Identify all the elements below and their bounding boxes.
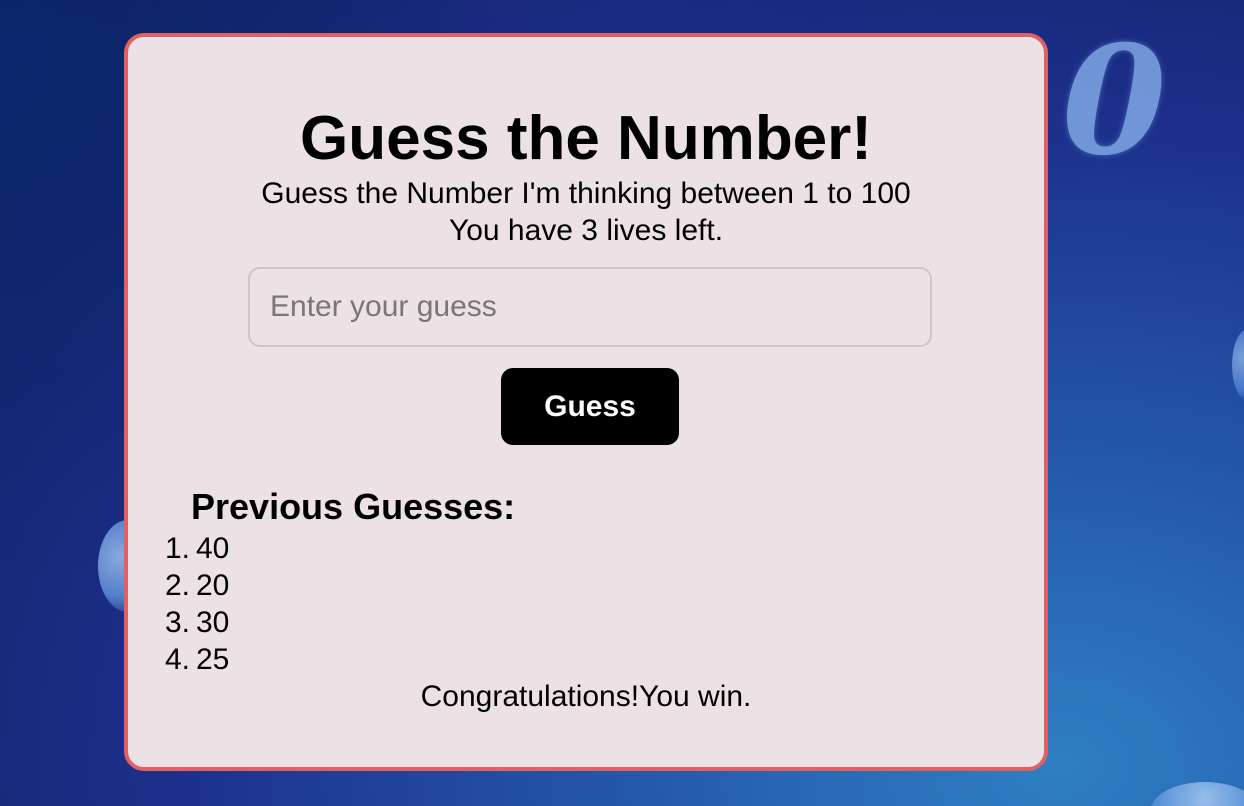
list-item-number: 1. (164, 532, 190, 565)
previous-guesses-heading: Previous Guesses: (191, 486, 516, 527)
list-item-value: 25 (196, 643, 230, 676)
lives-remaining-text: You have 3 lives left. (448, 214, 724, 247)
list-item-number: 3. (164, 606, 190, 639)
list-item-value: 40 (196, 532, 230, 565)
list-item-number: 2. (164, 569, 190, 602)
guess-button[interactable]: Guess (501, 368, 679, 445)
list-item: 3. 30 (165, 604, 230, 641)
game-card: Guess the Number! Guess the Number I'm t… (124, 33, 1048, 771)
previous-guesses-list: 1. 40 2. 20 3. 30 4. 25 (165, 530, 230, 678)
list-item-value: 30 (196, 606, 230, 639)
list-item: 1. 40 (165, 530, 230, 567)
instructions-text: Guess the Number I'm thinking between 1 … (261, 177, 911, 210)
result-message: Congratulations!You win. (420, 680, 752, 713)
list-item-number: 4. (164, 643, 190, 676)
page-title: Guess the Number! (300, 104, 872, 173)
list-item: 2. 20 (165, 567, 230, 604)
guess-input[interactable] (248, 267, 932, 347)
list-item-value: 20 (196, 569, 230, 602)
background-digit-decoration: 0 (1062, 13, 1167, 189)
list-item: 4. 25 (165, 641, 230, 678)
